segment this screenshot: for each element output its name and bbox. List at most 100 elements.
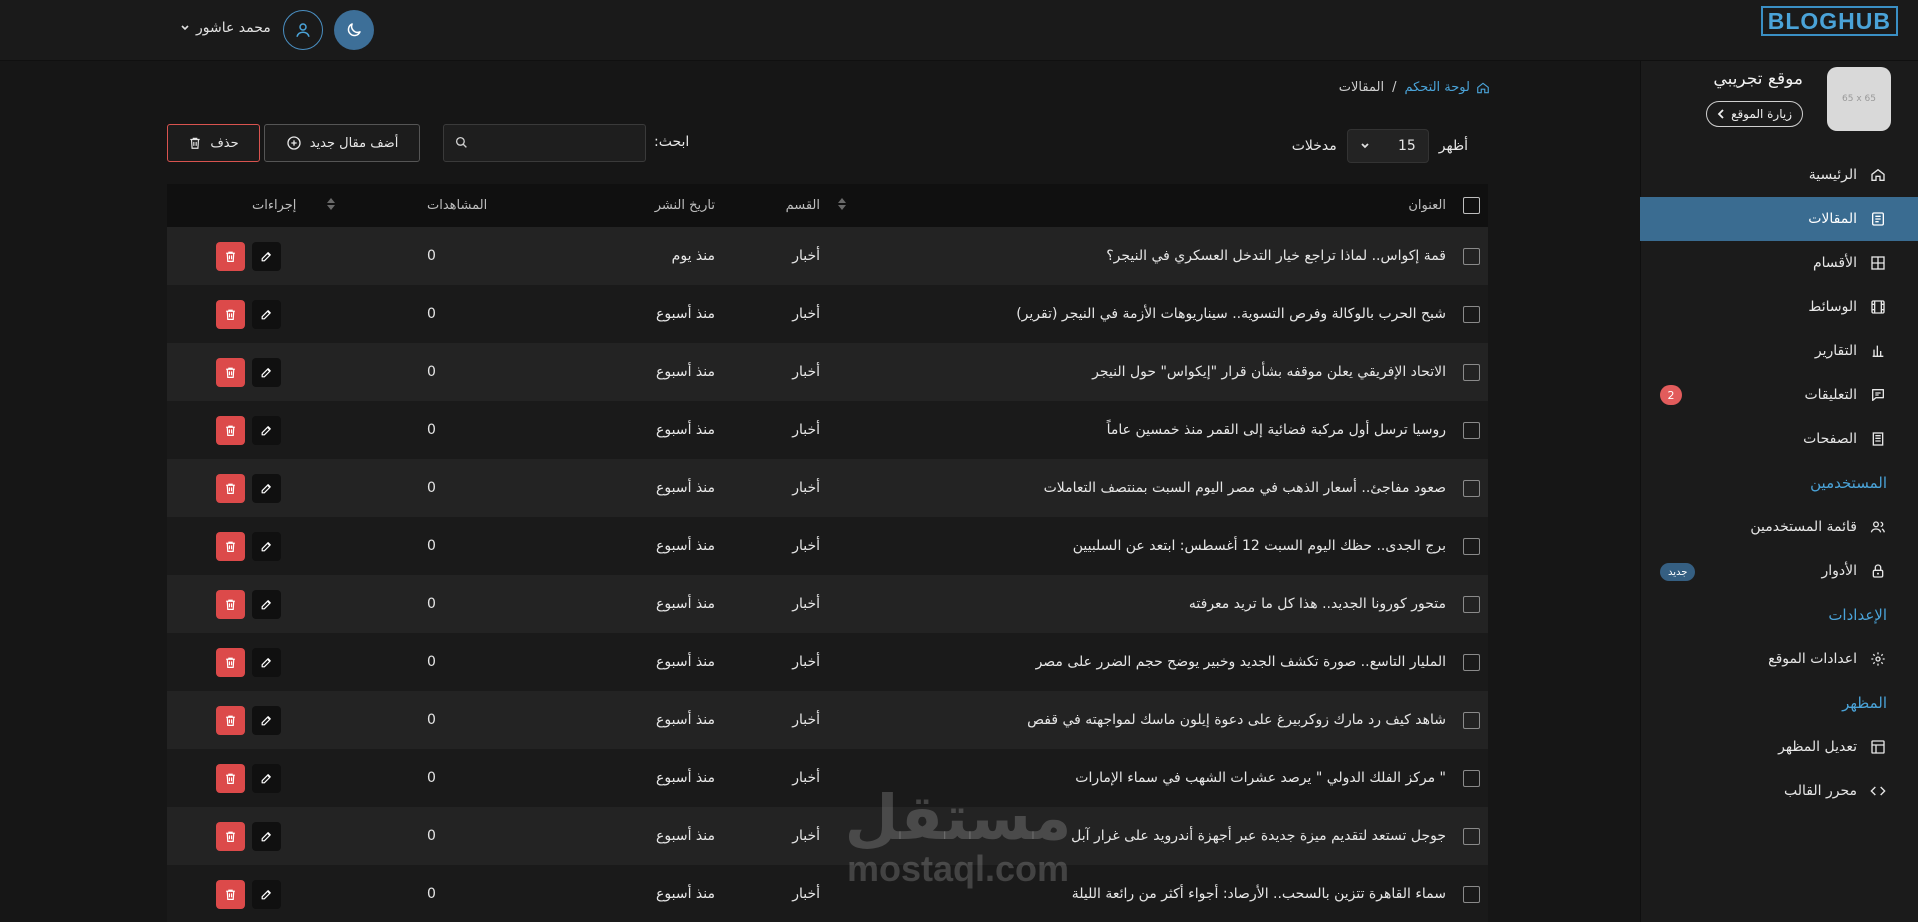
article-views: 0	[427, 422, 436, 438]
article-title[interactable]: جوجل تستعد لتقديم ميزة جديدة عبر أجهزة أ…	[1071, 807, 1446, 865]
article-category: أخبار	[792, 654, 820, 670]
show-label: أظهر	[1438, 138, 1468, 154]
header-views[interactable]: المشاهدات	[427, 184, 487, 227]
sidebar-item-roles[interactable]: الأدوار جديد	[1640, 549, 1918, 593]
entries-select[interactable]: 15	[1346, 129, 1429, 163]
trash-icon	[226, 599, 235, 610]
row-checkbox[interactable]	[1463, 537, 1480, 555]
select-all-checkbox[interactable]	[1463, 197, 1480, 214]
sidebar-item-comments[interactable]: التعليقات 2	[1640, 373, 1918, 417]
visit-site-button[interactable]: زيارة الموقع	[1706, 101, 1803, 127]
row-checkbox[interactable]	[1463, 827, 1480, 845]
sidebar-item-site-settings[interactable]: اعدادات الموقع	[1640, 637, 1918, 681]
article-category: أخبار	[792, 306, 820, 322]
edit-article-button[interactable]	[252, 531, 281, 561]
table-row: قمة إكواس.. لماذا تراجع خيار التدخل العس…	[167, 227, 1488, 285]
edit-icon	[261, 889, 271, 899]
users-icon	[1869, 518, 1887, 536]
row-checkbox[interactable]	[1463, 479, 1480, 497]
article-views: 0	[427, 248, 436, 264]
add-article-button[interactable]: أضف مقال جديد	[264, 124, 420, 162]
delete-article-button[interactable]	[216, 705, 245, 735]
article-title[interactable]: صعود مفاجئ.. أسعار الذهب في مصر اليوم ال…	[1044, 459, 1446, 517]
article-title[interactable]: شاهد كيف رد مارك زوكربيرغ على دعوة إيلون…	[1027, 691, 1446, 749]
sidebar-item-users-list[interactable]: قائمة المستخدمين	[1640, 505, 1918, 549]
delete-article-button[interactable]	[216, 647, 245, 677]
article-category: أخبار	[792, 828, 820, 844]
article-category: أخبار	[792, 712, 820, 728]
sidebar-item-articles[interactable]: المقالات	[1640, 197, 1918, 241]
edit-icon	[261, 715, 271, 725]
article-title[interactable]: شبح الحرب بالوكالة وفرص التسوية.. سيناري…	[1016, 285, 1446, 343]
row-checkbox[interactable]	[1463, 885, 1480, 903]
edit-article-button[interactable]	[252, 821, 281, 851]
delete-article-button[interactable]	[216, 589, 245, 619]
delete-article-button[interactable]	[216, 821, 245, 851]
user-avatar-button[interactable]	[283, 10, 323, 50]
table-body: قمة إكواس.. لماذا تراجع خيار التدخل العس…	[167, 227, 1488, 922]
delete-article-button[interactable]	[216, 473, 245, 503]
edit-article-button[interactable]	[252, 879, 281, 909]
article-title[interactable]: سماء القاهرة تتزين بالسحب.. الأرصاد: أجو…	[1072, 865, 1446, 922]
article-title[interactable]: متحور كورونا الجديد.. هذا كل ما تريد معر…	[1189, 575, 1446, 633]
delete-article-button[interactable]	[216, 415, 245, 445]
row-checkbox[interactable]	[1463, 711, 1480, 729]
search-input[interactable]	[443, 124, 646, 162]
edit-article-button[interactable]	[252, 589, 281, 619]
delete-article-button[interactable]	[216, 763, 245, 793]
mostaql-watermark: مستقل mostaql.com	[838, 785, 1078, 887]
row-checkbox[interactable]	[1463, 653, 1480, 671]
article-views: 0	[427, 828, 436, 844]
chevron-left-icon	[1717, 109, 1724, 119]
article-title[interactable]: روسيا ترسل أول مركبة فضائية إلى القمر من…	[1107, 401, 1446, 459]
article-title[interactable]: الاتحاد الإفريقي يعلن موقفه بشأن قرار "إ…	[1092, 343, 1446, 401]
row-checkbox[interactable]	[1463, 595, 1480, 613]
edit-article-button[interactable]	[252, 763, 281, 793]
article-views: 0	[427, 770, 436, 786]
breadcrumb-home[interactable]: لوحة التحكم	[1404, 80, 1490, 95]
sidebar-item-categories[interactable]: الأقسام	[1640, 241, 1918, 285]
article-title[interactable]: المليار التاسع.. صورة تكشف الجديد وخبير …	[1036, 633, 1446, 691]
sort-icon[interactable]	[327, 198, 335, 210]
sort-icon[interactable]	[838, 198, 846, 210]
sidebar-item-reports[interactable]: التقارير	[1640, 329, 1918, 373]
delete-article-button[interactable]	[216, 357, 245, 387]
delete-article-button[interactable]	[216, 531, 245, 561]
header-category[interactable]: القسم	[786, 184, 820, 227]
plus-circle-icon	[287, 136, 301, 150]
row-checkbox[interactable]	[1463, 363, 1480, 381]
delete-article-button[interactable]	[216, 879, 245, 909]
sidebar-item-pages[interactable]: الصفحات	[1640, 417, 1918, 461]
article-title[interactable]: " مركز الفلك الدولي " يرصد عشرات الشهب ف…	[1075, 749, 1446, 807]
edit-article-button[interactable]	[252, 647, 281, 677]
sidebar-item-template-editor[interactable]: محرر القالب	[1640, 769, 1918, 813]
article-title[interactable]: قمة إكواس.. لماذا تراجع خيار التدخل العس…	[1106, 227, 1446, 285]
row-checkbox[interactable]	[1463, 247, 1480, 265]
header-title[interactable]: العنوان	[1408, 184, 1446, 227]
article-views: 0	[427, 712, 436, 728]
row-checkbox[interactable]	[1463, 421, 1480, 439]
edit-article-button[interactable]	[252, 705, 281, 735]
sidebar-item-edit-appearance[interactable]: تعديل المظهر	[1640, 725, 1918, 769]
theme-toggle-button[interactable]	[334, 10, 374, 50]
user-menu[interactable]: محمد عاشور	[180, 20, 271, 36]
article-views: 0	[427, 480, 436, 496]
delete-article-button[interactable]	[216, 299, 245, 329]
row-checkbox[interactable]	[1463, 769, 1480, 787]
bloghub-logo[interactable]: BLOGHUB	[1760, 6, 1898, 36]
chevron-down-icon	[1361, 143, 1369, 149]
user-icon	[296, 23, 310, 37]
sidebar-item-media[interactable]: الوسائط	[1640, 285, 1918, 329]
edit-article-button[interactable]	[252, 241, 281, 271]
edit-article-button[interactable]	[252, 473, 281, 503]
edit-article-button[interactable]	[252, 357, 281, 387]
edit-article-button[interactable]	[252, 299, 281, 329]
row-checkbox[interactable]	[1463, 305, 1480, 323]
edit-icon	[261, 425, 271, 435]
header-date[interactable]: تاريخ النشر	[655, 184, 715, 227]
edit-article-button[interactable]	[252, 415, 281, 445]
bulk-delete-button[interactable]: حذف	[167, 124, 260, 162]
delete-article-button[interactable]	[216, 241, 245, 271]
article-title[interactable]: برج الجدى.. حظك اليوم السبت 12 أغسطس: اب…	[1073, 517, 1446, 575]
sidebar-item-home[interactable]: الرئيسية	[1640, 153, 1918, 197]
